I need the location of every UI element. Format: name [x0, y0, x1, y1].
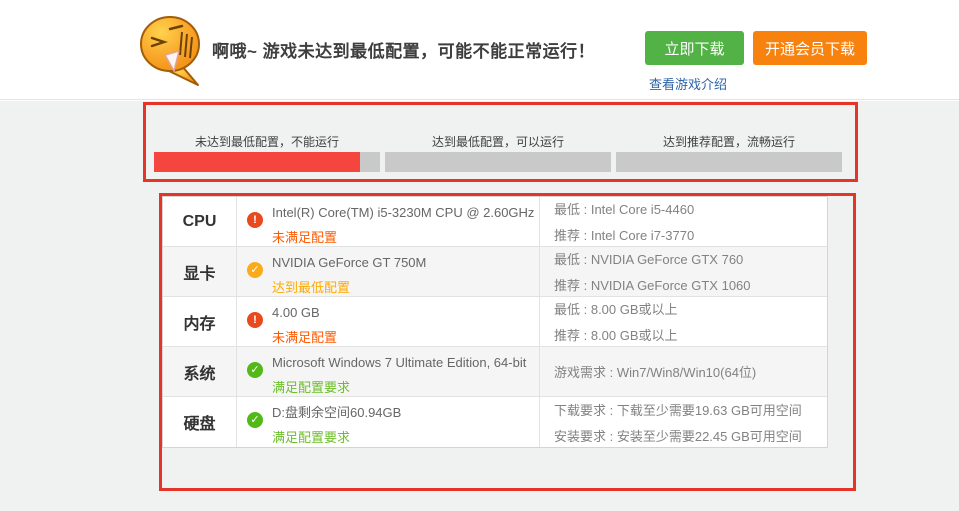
spec-value: Intel(R) Core(TM) i5-3230M CPU @ 2.60GHz [272, 205, 535, 220]
spec-value: NVIDIA GeForce GT 750M [272, 255, 427, 270]
success-check-icon: ✓ [247, 362, 263, 378]
gauge-label-recommended: 达到推荐配置，流畅运行 [662, 135, 795, 149]
status-badge: 未满足配置 [272, 330, 338, 345]
row-label: 系统 [163, 347, 237, 396]
required-spec-cell: 最低 : NVIDIA GeForce GTX 760 推荐 : NVIDIA … [540, 247, 827, 296]
row-label: CPU [163, 197, 237, 246]
header: 啊哦~ 游戏未达到最低配置，可能不能正常运行！ 立即下载 开通会员下载 查看游戏… [0, 0, 959, 100]
min-requirement: 最低 : Intel Core i5-4460 [554, 202, 695, 217]
spec-value: Microsoft Windows 7 Ultimate Edition, 64… [272, 355, 527, 370]
min-requirement: 最低 : NVIDIA GeForce GTX 760 [554, 252, 744, 267]
download-now-button[interactable]: 立即下载 [645, 31, 744, 65]
embarrassed-face-icon [140, 16, 200, 86]
row-label: 内存 [163, 297, 237, 346]
gauge-label-min-fail: 未达到最低配置，不能运行 [194, 135, 339, 149]
table-row-gpu: 显卡 ✓ NVIDIA GeForce GT 750M 达到最低配置 最低 : … [163, 247, 827, 297]
row-label: 硬盘 [163, 397, 237, 447]
gauge-segment [154, 152, 380, 172]
required-spec-cell: 最低 : Intel Core i5-4460 推荐 : Intel Core … [540, 197, 827, 246]
table-row-os: 系统 ✓ Microsoft Windows 7 Ultimate Editio… [163, 347, 827, 397]
required-spec-cell: 最低 : 8.00 GB或以上 推荐 : 8.00 GB或以上 [540, 297, 827, 346]
gauge-annotation-box: 未达到最低配置，不能运行 达到最低配置，可以运行 达到推荐配置，流畅运行 [143, 102, 858, 182]
warning-check-icon: ✓ [247, 262, 263, 278]
recommended-requirement: 推荐 : 8.00 GB或以上 [554, 328, 678, 343]
table-row-disk: 硬盘 ✓ D:盘剩余空间60.94GB 满足配置要求 下载要求 : 下载至少需要… [163, 397, 827, 447]
recommended-requirement: 推荐 : NVIDIA GeForce GTX 1060 [554, 278, 751, 293]
table-row-memory: 内存 ! 4.00 GB 未满足配置 最低 : 8.00 GB或以上 推荐 : … [163, 297, 827, 347]
spec-value: D:盘剩余空间60.94GB [272, 405, 402, 420]
gauge-label-min-pass: 达到最低配置，可以运行 [431, 135, 564, 149]
warning-title: 啊哦~ 游戏未达到最低配置，可能不能正常运行！ [212, 42, 596, 61]
gauge-segment [616, 152, 842, 172]
current-spec-cell: ✓ NVIDIA GeForce GT 750M 达到最低配置 [237, 247, 540, 296]
row-label: 显卡 [163, 247, 237, 296]
config-level-bar [154, 152, 842, 172]
success-check-icon: ✓ [247, 412, 263, 428]
status-badge: 满足配置要求 [272, 380, 351, 395]
spec-value: 4.00 GB [272, 305, 320, 320]
fail-icon: ! [247, 212, 263, 228]
gauge-fill [154, 152, 360, 172]
game-requirement: 游戏需求 : Win7/Win8/Win10(64位) [554, 365, 757, 380]
status-badge: 未满足配置 [272, 230, 338, 245]
fail-icon: ! [247, 312, 263, 328]
required-spec-cell: 游戏需求 : Win7/Win8/Win10(64位) [540, 347, 827, 396]
status-badge: 达到最低配置 [272, 280, 351, 295]
download-requirement: 下载要求 : 下载至少需要19.63 GB可用空间 [554, 402, 802, 418]
gauge-labels: 未达到最低配置，不能运行 达到最低配置，可以运行 达到推荐配置，流畅运行 [154, 133, 842, 150]
gauge-segment [385, 152, 611, 172]
game-intro-link[interactable]: 查看游戏介绍 [649, 74, 727, 93]
install-requirement: 安装要求 : 安装至少需要22.45 GB可用空间 [554, 428, 802, 444]
vip-download-button[interactable]: 开通会员下载 [753, 31, 867, 65]
system-requirements-table: CPU ! Intel(R) Core(TM) i5-3230M CPU @ 2… [162, 196, 828, 448]
table-row-cpu: CPU ! Intel(R) Core(TM) i5-3230M CPU @ 2… [163, 197, 827, 247]
current-spec-cell: ✓ Microsoft Windows 7 Ultimate Edition, … [237, 347, 540, 396]
status-badge: 满足配置要求 [272, 430, 351, 445]
required-spec-cell: 下载要求 : 下载至少需要19.63 GB可用空间 安装要求 : 安装至少需要2… [540, 397, 827, 447]
requirements-annotation-box: CPU ! Intel(R) Core(TM) i5-3230M CPU @ 2… [159, 193, 856, 491]
current-spec-cell: ✓ D:盘剩余空间60.94GB 满足配置要求 [237, 397, 540, 447]
recommended-requirement: 推荐 : Intel Core i7-3770 [554, 228, 695, 243]
current-spec-cell: ! 4.00 GB 未满足配置 [237, 297, 540, 346]
current-spec-cell: ! Intel(R) Core(TM) i5-3230M CPU @ 2.60G… [237, 197, 540, 246]
min-requirement: 最低 : 8.00 GB或以上 [554, 302, 678, 317]
